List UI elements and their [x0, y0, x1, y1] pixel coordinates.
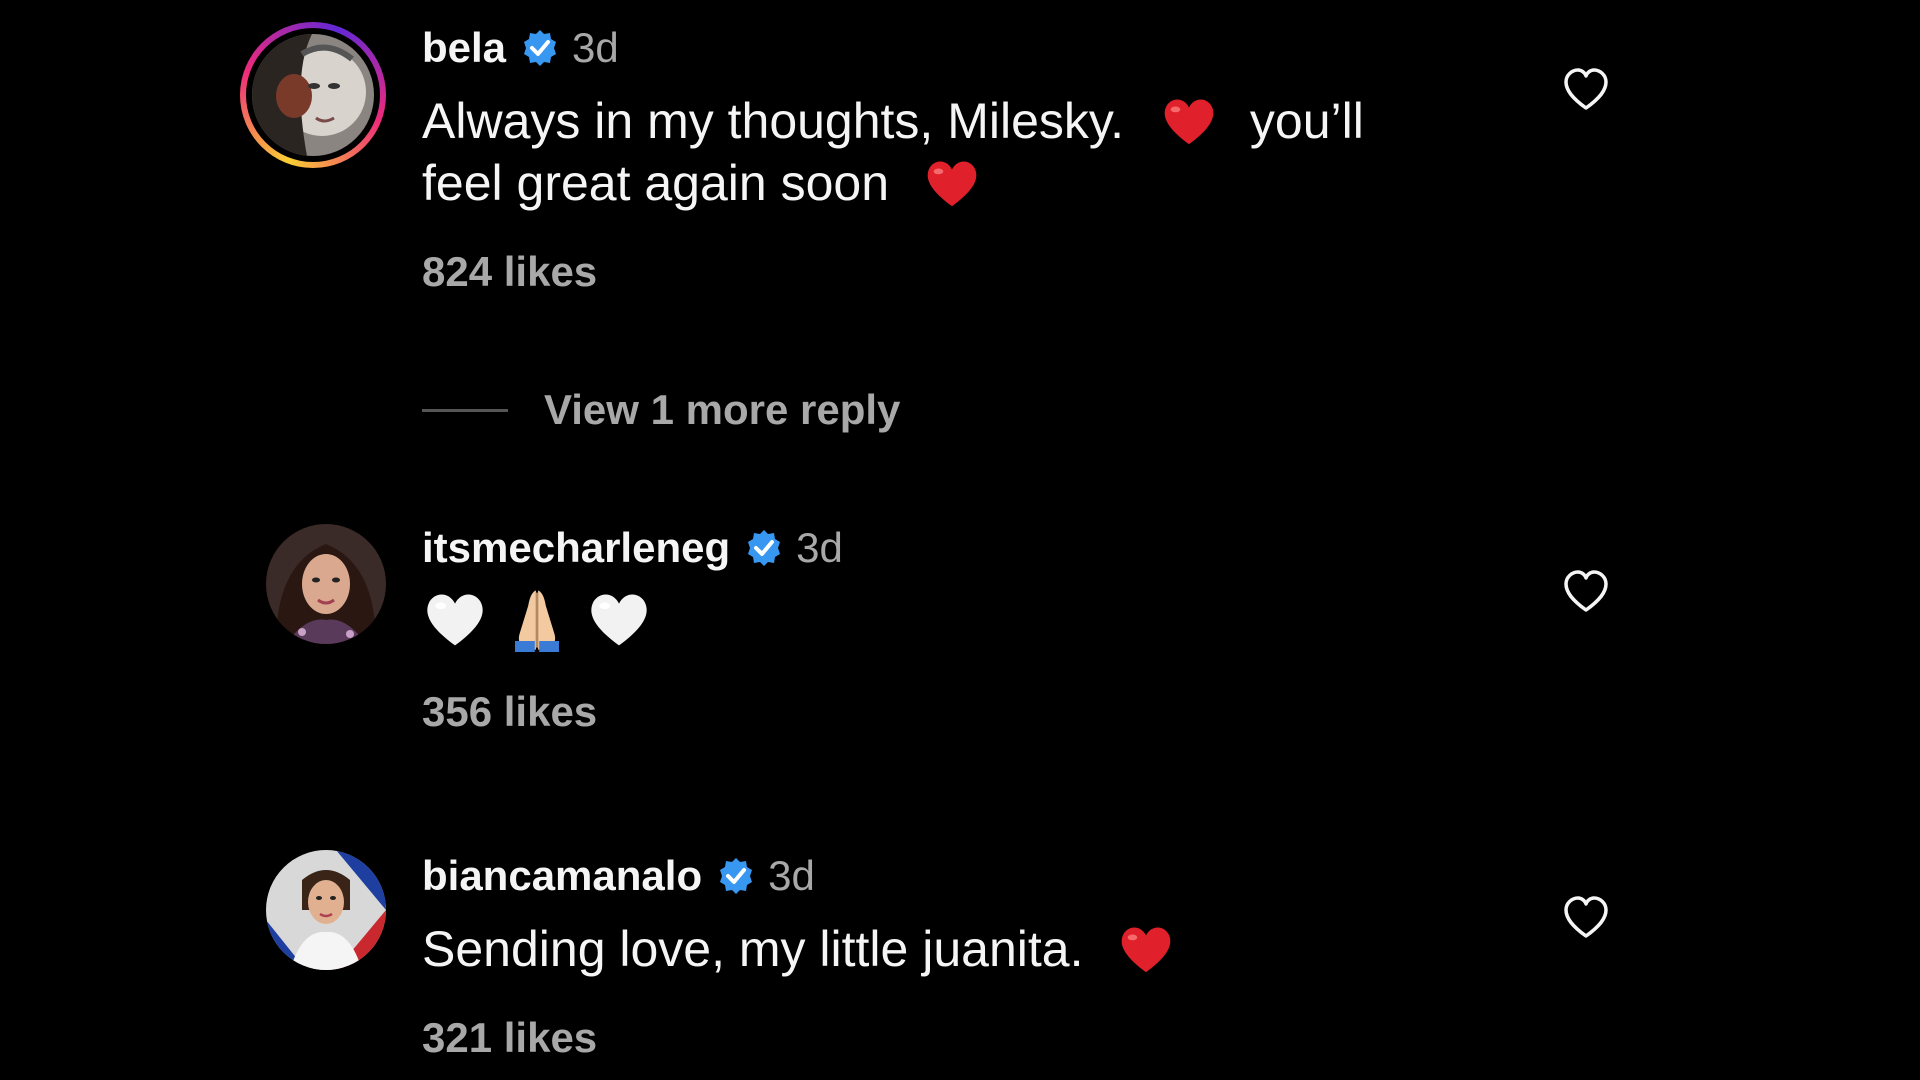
comment-header: itsmecharleneg 3d	[422, 518, 843, 578]
heart-outline-icon[interactable]	[1562, 894, 1610, 942]
comment-text-line1: Always in my thoughts, Milesky.	[422, 93, 1125, 149]
username[interactable]: biancamanalo	[422, 852, 702, 900]
likes-count[interactable]: 824 likes	[422, 248, 597, 296]
story-ring[interactable]	[240, 22, 386, 168]
avatar[interactable]	[266, 850, 386, 970]
verified-badge-icon	[720, 858, 753, 894]
red-heart-emoji	[927, 161, 977, 207]
likes-count[interactable]: 321 likes	[422, 1014, 597, 1062]
folded-hands-emoji	[515, 590, 559, 652]
timestamp: 3d	[796, 524, 843, 571]
comment-text-line2: feel great again soon	[422, 155, 890, 211]
replies-divider-line	[422, 408, 508, 412]
comment-emojis	[422, 586, 652, 652]
timestamp: 3d	[768, 852, 815, 899]
verified-badge-icon	[524, 30, 557, 66]
comment-text: Sending love, my little juanita.	[422, 918, 1472, 980]
avatar[interactable]	[252, 34, 374, 156]
likes-count[interactable]: 356 likes	[422, 688, 597, 736]
white-heart-emoji	[591, 594, 647, 646]
comment-text-line1: Sending love, my little juanita.	[422, 921, 1084, 977]
white-heart-emoji	[427, 594, 483, 646]
red-heart-emoji	[1122, 927, 1171, 973]
comment-text-line1-tail: you’ll	[1249, 93, 1364, 149]
username[interactable]: bela	[422, 24, 506, 72]
view-more-replies-button[interactable]: View 1 more reply	[422, 380, 900, 440]
heart-outline-icon[interactable]	[1562, 66, 1610, 114]
username[interactable]: itsmecharleneg	[422, 524, 730, 572]
heart-outline-icon[interactable]	[1562, 568, 1610, 616]
view-replies-label: View 1 more reply	[544, 386, 901, 433]
avatar[interactable]	[266, 524, 386, 644]
comment-text: Always in my thoughts, Milesky. you’ll f…	[422, 90, 1472, 214]
red-heart-emoji	[1164, 99, 1214, 145]
comment-header: bela 3d	[422, 18, 619, 78]
timestamp: 3d	[572, 24, 619, 71]
verified-badge-icon	[748, 530, 781, 566]
comment-header: biancamanalo 3d	[422, 846, 815, 906]
